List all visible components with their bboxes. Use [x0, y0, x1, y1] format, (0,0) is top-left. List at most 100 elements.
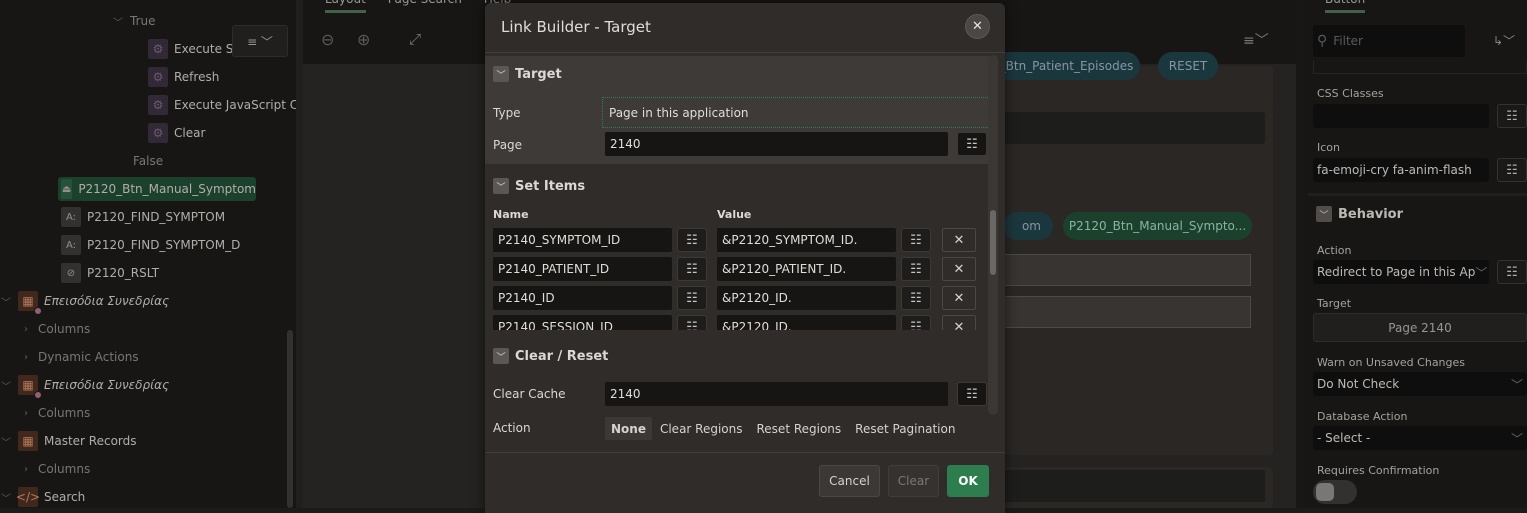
tree-region[interactable]: ﹀ ▦ Επεισόδια Συνεδρίας: [0, 290, 169, 315]
warn-select[interactable]: Do Not Check ﹀: [1313, 372, 1527, 396]
filter-input[interactable]: ⚲ Filter: [1313, 25, 1465, 57]
item-value-input[interactable]: &P2120_ID.: [717, 286, 896, 310]
canvas-button[interactable]: P2120_Btn_Manual_Sympto...: [1063, 212, 1252, 240]
tree-item[interactable]: A: P2120_FIND_SYMPTOM: [61, 206, 225, 228]
clear-button[interactable]: Clear: [888, 465, 939, 497]
tree-item[interactable]: A: P2120_FIND_SYMPTOM_D: [61, 234, 240, 256]
type-select[interactable]: Page in this application: [602, 97, 992, 128]
item-name-input[interactable]: P2140_PATIENT_ID: [493, 257, 672, 281]
zoom-in-icon[interactable]: ⊕: [357, 30, 370, 49]
close-icon: ✕: [953, 319, 965, 331]
db-action-label: Database Action: [1317, 410, 1408, 423]
tree-node[interactable]: › Columns: [20, 458, 90, 480]
tree-region[interactable]: ﹀ ▦ Επεισόδια Συνεδρίας: [0, 374, 169, 399]
icon-input[interactable]: fa-emoji-cry fa-anim-flash: [1313, 158, 1489, 182]
item-value-input[interactable]: &P2120_PATIENT_ID.: [717, 257, 896, 281]
tree-menu-button[interactable]: ≡ ﹀: [232, 25, 288, 57]
tree-item-selected[interactable]: ⏏ P2120_Btn_Manual_Symptom: [58, 177, 256, 201]
list-icon[interactable]: ☷: [957, 132, 987, 156]
remove-item-button[interactable]: ✕: [942, 315, 976, 330]
chevron-right-icon: ›: [24, 323, 28, 335]
tree-region[interactable]: ﹀ ▦ Master Records: [0, 430, 137, 452]
tree-item[interactable]: ⊘ P2120_RSLT: [61, 262, 159, 284]
action-option-none[interactable]: None: [605, 417, 652, 440]
clear-reset-section-header[interactable]: ﹀ Clear / Reset: [493, 348, 608, 364]
action-option-reset-pagination[interactable]: Reset Pagination: [849, 417, 961, 440]
confirm-label: Requires Confirmation: [1317, 464, 1440, 477]
tab-page-search[interactable]: Page Search: [388, 0, 462, 13]
close-icon: ✕: [972, 19, 983, 34]
canvas-button[interactable]: om: [1003, 212, 1053, 240]
action-option-reset-regions[interactable]: Reset Regions: [751, 417, 848, 440]
cancel-button[interactable]: Cancel: [819, 465, 880, 497]
scrollbar[interactable]: [287, 330, 293, 508]
page-input[interactable]: 2140: [605, 132, 948, 156]
tree-node-true[interactable]: ﹀ True: [112, 10, 156, 32]
tree-region[interactable]: ﹀ </> Search: [0, 486, 85, 508]
dialog-title: Link Builder - Target: [501, 18, 651, 36]
list-icon[interactable]: ☷: [1497, 104, 1527, 128]
menu-icon[interactable]: ≡﹀: [1243, 30, 1269, 50]
tree-node[interactable]: › Dynamic Actions: [20, 346, 139, 368]
canvas-item[interactable]: [1003, 254, 1251, 286]
tree-action[interactable]: ⚙ Execute JavaScript C: [148, 94, 296, 116]
list-icon[interactable]: ☷: [677, 286, 707, 310]
list-icon[interactable]: ☷: [901, 315, 931, 330]
tab-button[interactable]: Button: [1325, 0, 1366, 13]
canvas-item[interactable]: [1003, 296, 1251, 328]
chevron-down-icon: ﹀: [493, 348, 509, 364]
requires-confirmation-toggle[interactable]: [1313, 480, 1357, 504]
target-link-button[interactable]: Page 2140: [1313, 313, 1527, 342]
list-icon[interactable]: ☷: [901, 286, 931, 310]
canvas-button[interactable]: _Btn_Patient_Episodes: [993, 52, 1140, 80]
tree-node[interactable]: › Columns: [20, 318, 90, 340]
clear-cache-input[interactable]: 2140: [605, 382, 948, 406]
tree-action[interactable]: ⚙ Refresh: [148, 66, 219, 88]
list-icon[interactable]: ☷: [901, 228, 931, 252]
expand-icon[interactable]: ⤢: [409, 30, 421, 48]
go-to-group-icon[interactable]: ↳﹀: [1493, 32, 1515, 49]
item-name-input[interactable]: P2140_SYMPTOM_ID: [493, 228, 672, 252]
tab-layout[interactable]: Layout: [325, 0, 366, 13]
tree-node-false[interactable]: False: [133, 150, 163, 172]
close-button[interactable]: ✕: [965, 14, 990, 39]
action-option-clear-regions[interactable]: Clear Regions: [654, 417, 749, 440]
ok-button[interactable]: OK: [947, 465, 989, 497]
action-select[interactable]: Redirect to Page in this Ap ﹀: [1313, 260, 1489, 284]
action-radio-group: None Clear Regions Reset Regions Reset P…: [605, 417, 961, 440]
item-value-input[interactable]: &P2120_SYMPTOM_ID.: [717, 228, 896, 252]
canvas-button[interactable]: RESET: [1158, 52, 1218, 80]
splitter[interactable]: [296, 0, 303, 508]
remove-item-button[interactable]: ✕: [942, 257, 976, 281]
list-icon[interactable]: ☷: [901, 257, 931, 281]
item-name-input[interactable]: P2140_SESSION_ID: [493, 315, 672, 330]
behavior-section-header[interactable]: ﹀ Behavior: [1316, 206, 1403, 222]
list-icon[interactable]: ☷: [1497, 260, 1527, 284]
zoom-out-icon[interactable]: ⊖: [321, 30, 334, 49]
list-icon[interactable]: ☷: [677, 315, 707, 330]
chevron-down-icon: ﹀: [1, 493, 11, 505]
list-icon[interactable]: ☷: [1497, 158, 1527, 182]
gear-icon: ⚙: [148, 39, 168, 59]
dialog-header: Link Builder - Target ✕: [485, 3, 1005, 53]
list-icon[interactable]: ☷: [677, 228, 707, 252]
text-field-icon: A:: [61, 207, 81, 227]
tree-action[interactable]: ⚙ Clear: [148, 122, 205, 144]
tree-node[interactable]: › Columns: [20, 402, 90, 424]
remove-item-button[interactable]: ✕: [942, 228, 976, 252]
divider: [1308, 193, 1527, 196]
remove-item-button[interactable]: ✕: [942, 286, 976, 310]
tree-action[interactable]: ⚙ Execute Se: [148, 38, 241, 60]
dialog-scrollbar[interactable]: [988, 55, 998, 415]
list-icon[interactable]: ☷: [957, 382, 987, 406]
item-name-input[interactable]: P2140_ID: [493, 286, 672, 310]
set-items-section-header[interactable]: ﹀ Set Items: [493, 178, 585, 194]
item-value-input[interactable]: &P2120_ID.: [717, 315, 896, 330]
chevron-down-icon: ﹀: [1, 381, 11, 393]
target-section-header[interactable]: ﹀ Target: [493, 66, 562, 82]
css-classes-input[interactable]: [1313, 104, 1489, 128]
list-icon[interactable]: ☷: [677, 257, 707, 281]
search-icon: ⚲: [1317, 33, 1328, 49]
db-action-select[interactable]: - Select - ﹀: [1313, 426, 1527, 450]
center-tabs: Layout Page Search Help: [325, 0, 511, 13]
